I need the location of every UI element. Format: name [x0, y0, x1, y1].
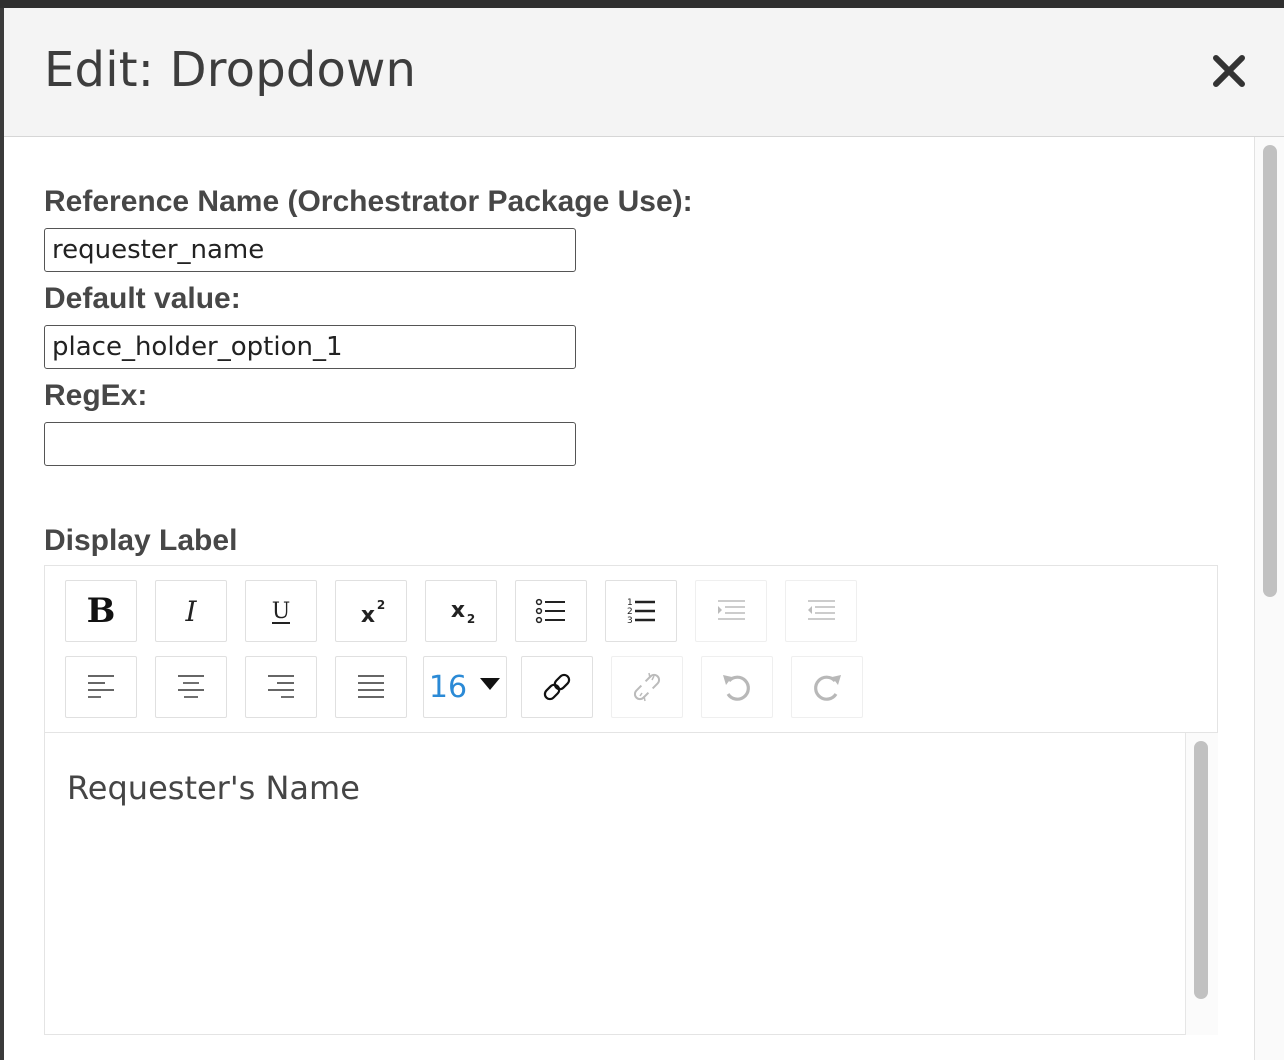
regex-label: RegEx:	[44, 379, 148, 412]
close-button[interactable]	[1204, 46, 1254, 96]
svg-text:x: x	[451, 598, 465, 623]
unlink-button[interactable]	[611, 656, 683, 718]
subscript-button[interactable]: x 2	[425, 580, 497, 642]
align-justify-icon	[358, 675, 384, 698]
align-right-button[interactable]	[245, 656, 317, 718]
link-icon	[543, 673, 571, 701]
dialog-scrollbar[interactable]	[1254, 137, 1284, 1060]
indent-icon	[718, 600, 745, 620]
default-value-label: Default value:	[44, 282, 241, 315]
svg-text:2: 2	[467, 612, 475, 626]
reference-name-label: Reference Name (Orchestrator Package Use…	[44, 185, 693, 218]
chevron-down-icon	[480, 678, 501, 690]
svg-text:3: 3	[627, 616, 633, 626]
align-center-icon	[178, 675, 204, 698]
align-left-button[interactable]	[65, 656, 137, 718]
numbered-list-icon: 1 2 3	[627, 598, 655, 626]
edit-dropdown-dialog: Edit: Dropdown Reference Name (Orchestra…	[4, 8, 1284, 1060]
editor-text: Requester's Name	[67, 769, 360, 807]
indent-button[interactable]	[695, 580, 767, 642]
link-button[interactable]	[521, 656, 593, 718]
underline-button[interactable]: U	[245, 580, 317, 642]
rich-text-editor: B I U x 2 x 2 1 2 3 16 Requester's Name	[44, 565, 1218, 1035]
svg-text:U: U	[272, 599, 291, 624]
underline-icon: U	[272, 599, 291, 624]
dialog-title: Edit: Dropdown	[44, 42, 417, 98]
align-right-icon	[268, 675, 294, 698]
default-value-input[interactable]: place_holder_option_1	[44, 325, 576, 369]
redo-icon	[814, 675, 841, 701]
numbered-list-button[interactable]: 1 2 3	[605, 580, 677, 642]
bullet-list-icon	[535, 598, 565, 624]
editor-content-area[interactable]: Requester's Name	[45, 732, 1218, 1035]
close-icon	[1213, 55, 1245, 87]
display-label-heading: Display Label	[44, 524, 238, 557]
editor-scrollbar[interactable]	[1185, 733, 1218, 1035]
svg-text:B: B	[87, 591, 116, 631]
font-size-value: 16	[428, 669, 468, 705]
superscript-icon: x 2	[361, 598, 385, 628]
outdent-icon	[808, 600, 835, 620]
svg-text:I: I	[184, 595, 197, 628]
align-justify-button[interactable]	[335, 656, 407, 718]
undo-button[interactable]	[701, 656, 773, 718]
bold-button[interactable]: B	[65, 580, 137, 642]
dialog-body: Reference Name (Orchestrator Package Use…	[4, 137, 1254, 1060]
align-center-button[interactable]	[155, 656, 227, 718]
editor-scrollbar-thumb[interactable]	[1194, 741, 1208, 999]
reference-name-input[interactable]: requester_name	[44, 228, 576, 272]
italic-button[interactable]: I	[155, 580, 227, 642]
unlink-icon	[633, 672, 661, 702]
svg-text:x: x	[361, 603, 375, 628]
bold-icon: B	[87, 591, 116, 631]
outdent-button[interactable]	[785, 580, 857, 642]
align-left-icon	[88, 675, 114, 698]
bullet-list-button[interactable]	[515, 580, 587, 642]
subscript-icon: x 2	[451, 598, 475, 626]
dialog-scrollbar-thumb[interactable]	[1263, 145, 1277, 597]
font-size-dropdown[interactable]: 16	[423, 656, 507, 718]
background-page	[0, 0, 1284, 8]
svg-text:2: 2	[377, 598, 385, 612]
undo-icon	[723, 675, 750, 701]
redo-button[interactable]	[791, 656, 863, 718]
regex-input[interactable]	[44, 422, 576, 466]
dialog-header: Edit: Dropdown	[4, 8, 1284, 137]
superscript-button[interactable]: x 2	[335, 580, 407, 642]
italic-icon: I	[184, 595, 197, 628]
